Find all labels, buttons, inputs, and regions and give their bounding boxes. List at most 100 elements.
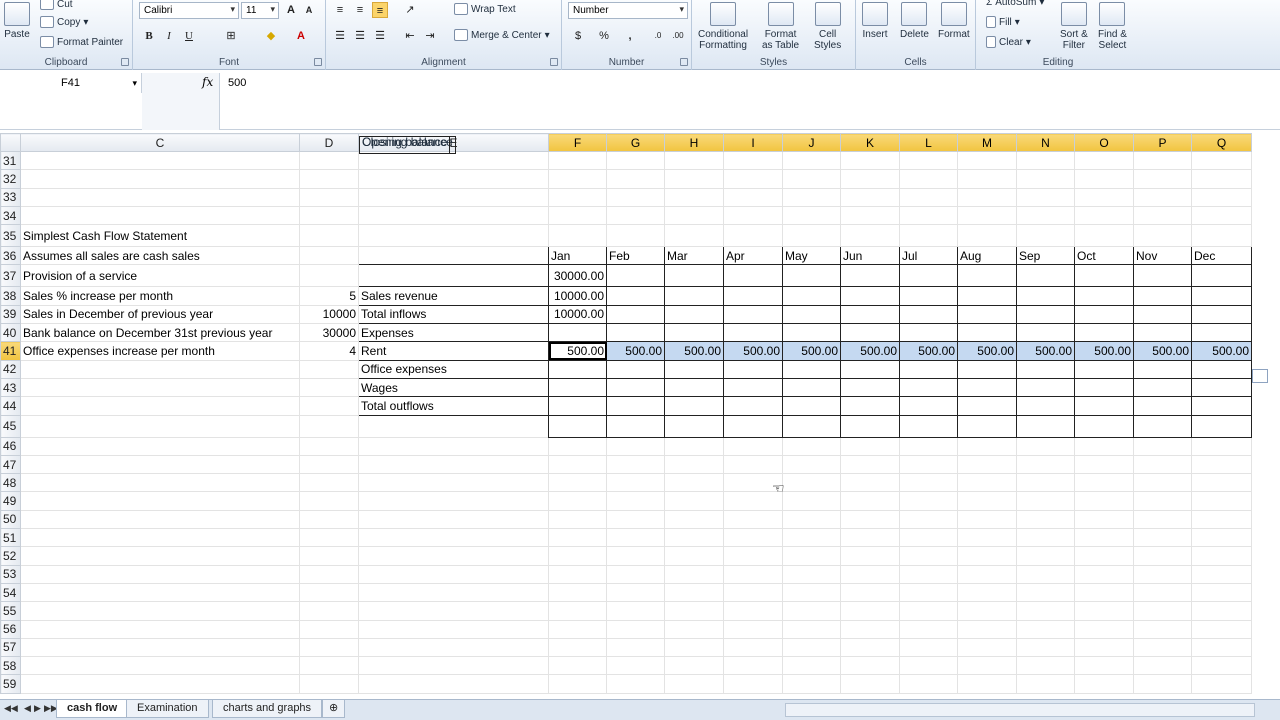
cell[interactable] xyxy=(957,205,1017,226)
cell[interactable]: 500.00 xyxy=(1133,341,1192,361)
alignment-launcher[interactable] xyxy=(550,58,558,66)
cell[interactable] xyxy=(723,396,783,416)
row-header[interactable]: 36 xyxy=(0,246,21,266)
cell[interactable] xyxy=(723,454,783,475)
cell[interactable] xyxy=(606,637,665,658)
cell[interactable] xyxy=(358,674,549,694)
cell[interactable] xyxy=(723,323,783,343)
cell[interactable] xyxy=(606,169,665,189)
cell[interactable] xyxy=(1133,546,1192,566)
cell[interactable] xyxy=(664,546,724,566)
cell[interactable] xyxy=(840,546,900,566)
align-right-icon[interactable]: ☰ xyxy=(372,28,388,44)
cell[interactable] xyxy=(548,637,607,658)
cell[interactable]: 30000 xyxy=(299,323,359,343)
cell[interactable] xyxy=(358,169,549,189)
cell[interactable] xyxy=(548,224,607,248)
row-header[interactable]: 49 xyxy=(0,491,21,511)
cell[interactable] xyxy=(840,224,900,248)
month-header[interactable]: Feb xyxy=(606,246,665,266)
cell[interactable] xyxy=(723,414,783,438)
cell[interactable] xyxy=(957,473,1017,493)
cell[interactable] xyxy=(1191,304,1252,325)
name-box[interactable]: F41 xyxy=(0,73,142,93)
fill-color-icon[interactable]: ◆ xyxy=(263,28,279,44)
cell[interactable] xyxy=(548,509,607,530)
cell[interactable] xyxy=(299,359,359,379)
cell[interactable] xyxy=(606,454,665,475)
row-header[interactable]: 32 xyxy=(0,169,21,189)
shrink-font-button[interactable]: A xyxy=(301,2,317,18)
cell[interactable] xyxy=(548,491,607,511)
fx-icon[interactable]: fx xyxy=(202,75,213,89)
cell[interactable]: Provision of a service xyxy=(20,264,300,288)
cell[interactable] xyxy=(899,528,958,548)
row-header[interactable]: 40 xyxy=(0,323,21,343)
cell[interactable] xyxy=(723,436,783,456)
cell[interactable] xyxy=(1016,224,1075,248)
cell[interactable] xyxy=(1016,656,1075,676)
cell[interactable] xyxy=(957,509,1017,530)
cell[interactable] xyxy=(899,637,958,658)
cell[interactable] xyxy=(899,436,958,456)
cell[interactable] xyxy=(723,528,783,548)
cell[interactable] xyxy=(20,377,300,398)
cell[interactable] xyxy=(957,187,1017,207)
format-painter-button[interactable]: Format Painter xyxy=(40,36,123,48)
cell[interactable] xyxy=(723,656,783,676)
cell[interactable] xyxy=(548,656,607,676)
cell[interactable] xyxy=(1191,491,1252,511)
cell[interactable] xyxy=(723,546,783,566)
cell[interactable] xyxy=(664,359,724,379)
increase-decimal-icon[interactable]: .0 xyxy=(650,28,666,44)
cell[interactable] xyxy=(299,619,359,639)
cell[interactable] xyxy=(1074,396,1134,416)
cell[interactable]: 10000 xyxy=(299,304,359,325)
cell[interactable] xyxy=(1133,224,1192,248)
col-header-d[interactable]: D xyxy=(299,133,359,152)
cell[interactable] xyxy=(548,582,607,603)
cell[interactable] xyxy=(723,359,783,379)
cell[interactable] xyxy=(20,656,300,676)
clipboard-launcher[interactable] xyxy=(121,58,129,66)
cell[interactable] xyxy=(606,436,665,456)
col-header-c[interactable]: C xyxy=(20,133,300,152)
cell[interactable] xyxy=(899,187,958,207)
cell[interactable] xyxy=(1133,656,1192,676)
row-header[interactable]: 43 xyxy=(0,377,21,398)
month-header[interactable]: Jan xyxy=(548,246,607,266)
col-header-l[interactable]: L xyxy=(899,133,958,152)
row-header[interactable]: 50 xyxy=(0,509,21,530)
cell[interactable] xyxy=(840,436,900,456)
cell[interactable] xyxy=(1074,187,1134,207)
cell[interactable] xyxy=(782,509,841,530)
cell[interactable] xyxy=(664,264,724,288)
cell[interactable] xyxy=(1074,205,1134,226)
row-header[interactable]: 39 xyxy=(0,304,21,325)
cell[interactable] xyxy=(1133,187,1192,207)
cell[interactable]: 10000.00 xyxy=(548,286,607,306)
number-launcher[interactable] xyxy=(680,58,688,66)
cell[interactable] xyxy=(723,564,783,584)
cell[interactable] xyxy=(782,286,841,306)
cell[interactable] xyxy=(548,436,607,456)
cell[interactable] xyxy=(1074,224,1134,248)
cell[interactable] xyxy=(299,377,359,398)
cell[interactable] xyxy=(782,205,841,226)
cell[interactable] xyxy=(1074,674,1134,694)
autosum-button[interactable]: Σ AutoSum ▾ xyxy=(986,0,1044,8)
cell[interactable] xyxy=(299,656,359,676)
row-header[interactable]: 58 xyxy=(0,656,21,676)
cell[interactable] xyxy=(840,619,900,639)
cell[interactable] xyxy=(840,286,900,306)
month-header[interactable]: Mar xyxy=(664,246,724,266)
cell[interactable] xyxy=(606,491,665,511)
cut-button[interactable]: Cut xyxy=(40,0,73,10)
cell[interactable] xyxy=(664,150,724,171)
row-header[interactable]: 38 xyxy=(0,286,21,306)
cell[interactable] xyxy=(957,396,1017,416)
month-header[interactable]: Jul xyxy=(899,246,958,266)
spreadsheet-grid[interactable]: C D E F G H I J K L M N O P Q 31 32 33 3… xyxy=(0,133,1280,699)
cell[interactable] xyxy=(606,304,665,325)
sort-filter-button[interactable]: Sort & Filter xyxy=(1060,2,1088,51)
